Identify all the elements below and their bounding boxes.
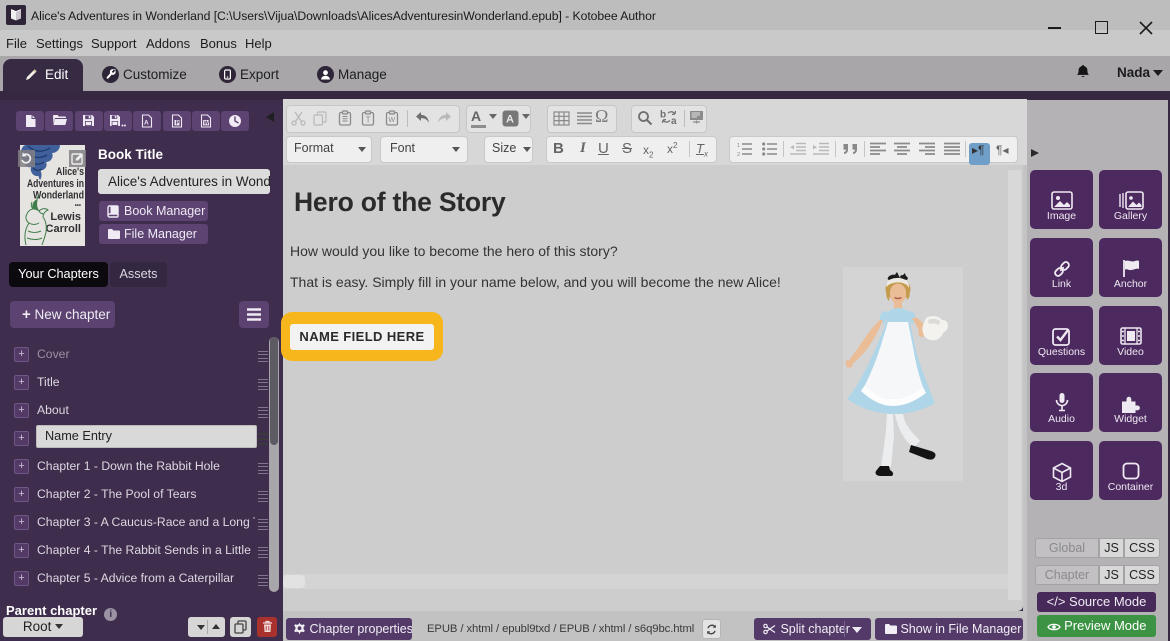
svg-text:T: T (366, 116, 371, 125)
svg-text:b: b (660, 110, 666, 121)
svg-text:A: A (506, 114, 514, 126)
svg-text:1: 1 (737, 143, 740, 149)
svg-text:W: W (389, 117, 396, 124)
svg-text:Alice's: Alice's (56, 166, 84, 178)
svg-text:P: P (175, 120, 179, 126)
svg-text:Carroll: Carroll (46, 223, 81, 235)
svg-text:Lewis: Lewis (50, 211, 81, 223)
svg-text:A: A (144, 120, 149, 127)
svg-text:•••: ••• (75, 203, 81, 209)
svg-text:a: a (671, 116, 677, 125)
svg-text:W: W (203, 120, 209, 126)
svg-text:Adventures in: Adventures in (27, 178, 84, 190)
svg-text:2: 2 (737, 152, 740, 156)
